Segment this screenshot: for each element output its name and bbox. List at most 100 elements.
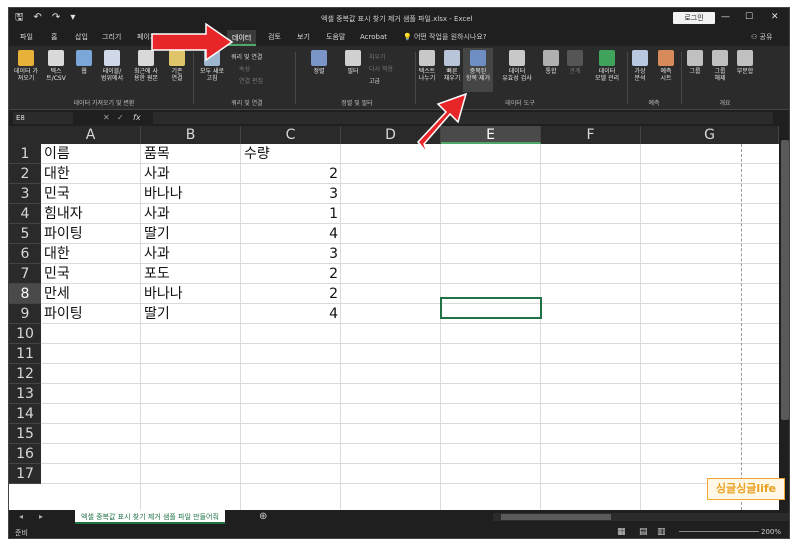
cell[interactable]: 이름 (41, 144, 141, 164)
ungroup-button[interactable]: 그룹 해제 (709, 50, 731, 82)
relationships-button[interactable]: 관계 (565, 50, 585, 75)
consolidate-button[interactable]: 통합 (541, 50, 561, 75)
flash-fill-button[interactable]: 빠른 채우기 (441, 50, 463, 82)
customize-qat-icon[interactable]: ▾ (70, 12, 75, 24)
remove-duplicates-button[interactable]: 중복된 항목 제거 (463, 48, 493, 92)
row-header[interactable]: 2 (9, 164, 41, 184)
tab-acrobat[interactable]: Acrobat (360, 32, 387, 42)
minimize-icon[interactable]: — (721, 11, 730, 23)
from-web-button[interactable]: 웹 (73, 50, 95, 75)
row-header[interactable]: 15 (9, 424, 41, 444)
tab-view[interactable]: 보기 (297, 32, 310, 42)
horizontal-scrollbar[interactable] (493, 513, 789, 521)
get-data-button[interactable]: 데이터 가 져오기 (13, 50, 39, 82)
text-to-columns-button[interactable]: 텍스트 나누기 (415, 50, 439, 82)
cell[interactable]: 파이팅 (41, 304, 141, 324)
cell[interactable]: 바나나 (141, 284, 241, 304)
cell[interactable]: 딸기 (141, 304, 241, 324)
page-break-view-icon[interactable]: ▥ (657, 527, 666, 537)
column-header[interactable]: G (641, 126, 779, 144)
cell[interactable]: 민국 (41, 264, 141, 284)
save-icon[interactable]: 🖫 (15, 12, 24, 24)
redo-icon[interactable]: ↷ (52, 12, 60, 24)
cell[interactable]: 사과 (141, 204, 241, 224)
row-header[interactable]: 17 (9, 464, 41, 484)
group-button[interactable]: 그룹 (685, 50, 705, 75)
tab-file[interactable]: 파일 (20, 32, 33, 42)
row-header[interactable]: 7 (9, 264, 41, 284)
row-header[interactable]: 6 (9, 244, 41, 264)
tab-review[interactable]: 검토 (268, 32, 281, 42)
select-all-corner[interactable] (9, 126, 41, 144)
cell[interactable]: 대한 (41, 164, 141, 184)
cell[interactable]: 2 (241, 164, 341, 184)
page-layout-view-icon[interactable]: ▤ (639, 527, 648, 537)
row-header[interactable]: 11 (9, 344, 41, 364)
zoom-level[interactable]: 200% (761, 528, 781, 536)
vertical-scrollbar[interactable] (779, 126, 789, 510)
login-button[interactable]: 로그인 (673, 12, 715, 24)
row-header[interactable]: 1 (9, 144, 41, 164)
advanced-filter-button[interactable]: 고급 (369, 78, 380, 86)
maximize-icon[interactable]: ☐ (745, 11, 753, 23)
cancel-icon[interactable]: ✕ (103, 112, 110, 124)
from-table-button[interactable]: 테이블/ 범위에서 (97, 50, 127, 82)
enter-icon[interactable]: ✓ (117, 112, 124, 124)
filter-button[interactable]: 필터 (341, 50, 365, 75)
tab-insert[interactable]: 삽입 (75, 32, 88, 42)
share-button[interactable]: ⚇ 공유 (751, 32, 772, 42)
text-csv-button[interactable]: 텍스 트/CSV (43, 50, 69, 82)
close-icon[interactable]: ✕ (771, 11, 779, 23)
sheet-tab[interactable]: 엑셀 중복값 표시 찾기 제거 샘플 파일 만들어줘 (75, 510, 225, 524)
cell[interactable]: 2 (241, 264, 341, 284)
cell[interactable]: 수량 (241, 144, 341, 164)
cell[interactable]: 딸기 (141, 224, 241, 244)
manage-data-model-button[interactable]: 데이터 모델 관리 (589, 50, 625, 82)
column-header[interactable]: F (541, 126, 641, 144)
cell[interactable]: 대한 (41, 244, 141, 264)
horizontal-scroll-thumb[interactable] (501, 514, 611, 520)
selected-cell[interactable] (440, 297, 542, 319)
cell[interactable]: 4 (241, 224, 341, 244)
edit-links-button[interactable]: 연결 편집 (239, 78, 263, 86)
cell[interactable]: 힘내자 (41, 204, 141, 224)
undo-icon[interactable]: ↶ (34, 12, 42, 24)
row-header[interactable]: 14 (9, 404, 41, 424)
cell[interactable]: 사과 (141, 164, 241, 184)
column-header[interactable]: C (241, 126, 341, 144)
sheet-nav-prev-icon[interactable]: ◂ (19, 512, 23, 521)
row-header[interactable]: 12 (9, 364, 41, 384)
cell[interactable]: 바나나 (141, 184, 241, 204)
tab-home[interactable]: 홈 (51, 32, 57, 42)
row-header[interactable]: 9 (9, 304, 41, 324)
cell[interactable]: 포도 (141, 264, 241, 284)
column-header[interactable]: A (41, 126, 141, 144)
cell[interactable]: 3 (241, 184, 341, 204)
reapply-button[interactable]: 다시 적용 (369, 66, 393, 74)
cell[interactable]: 품목 (141, 144, 241, 164)
row-header[interactable]: 4 (9, 204, 41, 224)
cell[interactable]: 4 (241, 304, 341, 324)
cell[interactable]: 2 (241, 284, 341, 304)
tab-help[interactable]: 도움말 (326, 32, 345, 42)
clear-filter-button[interactable]: 지우기 (369, 54, 386, 62)
row-header[interactable]: 13 (9, 384, 41, 404)
row-header[interactable]: 8 (9, 284, 41, 304)
cell[interactable]: 민국 (41, 184, 141, 204)
row-header[interactable]: 16 (9, 444, 41, 464)
normal-view-icon[interactable]: ▦ (617, 527, 626, 537)
tell-me-search[interactable]: 💡 어떤 작업을 원하시나요? (403, 32, 487, 42)
cell[interactable]: 3 (241, 244, 341, 264)
zoom-slider[interactable] (679, 531, 759, 532)
what-if-button[interactable]: 가상 분석 (629, 50, 651, 82)
ribbon-display-icon[interactable]: ⊡ (695, 11, 703, 23)
name-box[interactable]: E8 (13, 112, 73, 124)
cell[interactable]: 파이팅 (41, 224, 141, 244)
forecast-sheet-button[interactable]: 예측 시트 (655, 50, 677, 82)
sort-button[interactable]: 정렬 (299, 50, 339, 75)
insert-function-icon[interactable]: fx (133, 112, 141, 124)
subtotal-button[interactable]: 부분합 (733, 50, 757, 75)
data-validation-button[interactable]: 데이터 유효성 검사 (497, 50, 537, 82)
add-sheet-icon[interactable]: ⊕ (259, 511, 267, 522)
sheet-nav-next-icon[interactable]: ▸ (39, 512, 43, 521)
